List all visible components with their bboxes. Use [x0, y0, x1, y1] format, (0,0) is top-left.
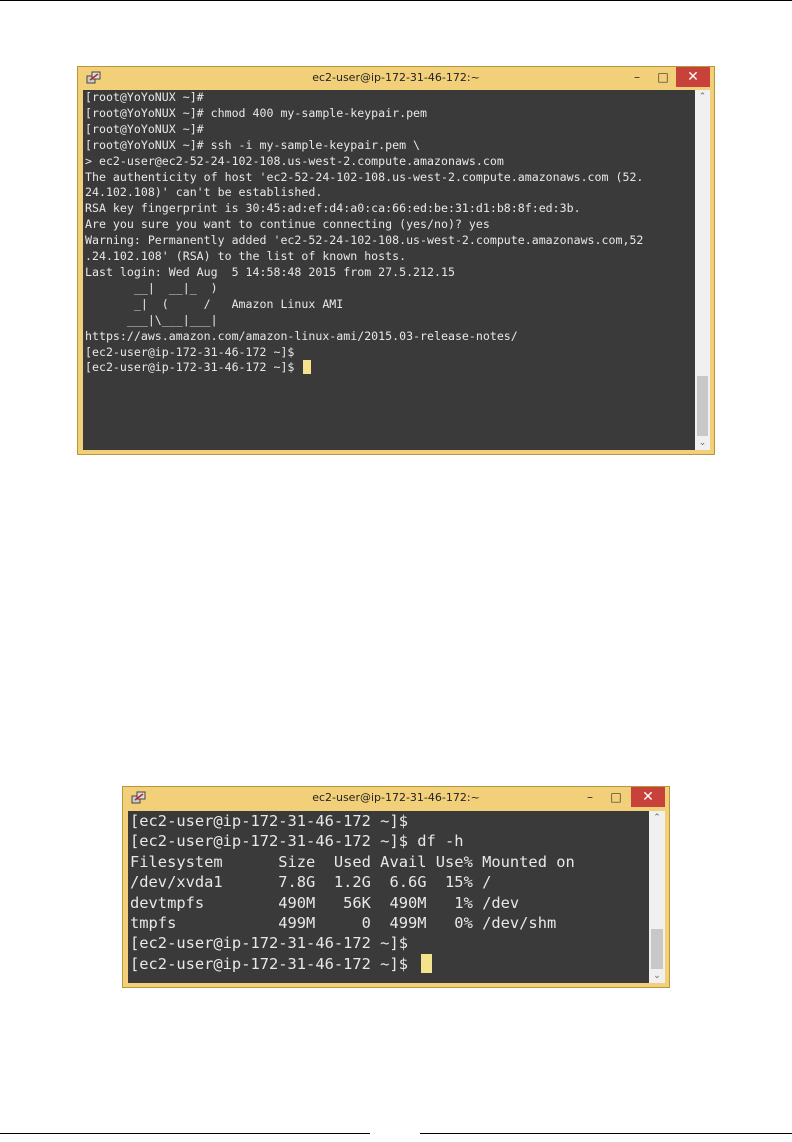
text-cursor	[421, 953, 433, 973]
window-titlebar[interactable]: ec2-user@ip-172-31-46-172:~ – □ ✕	[78, 67, 714, 89]
scroll-thumb[interactable]	[651, 929, 663, 969]
terminal-line: RSA key fingerprint is 30:45:ad:ef:d4:a0…	[85, 201, 581, 216]
scroll-down-icon[interactable]: ⌄	[695, 436, 710, 450]
terminal-line: Warning: Permanently added 'ec2-52-24-10…	[85, 233, 644, 248]
close-button[interactable]: ✕	[631, 787, 665, 807]
minimize-icon: –	[634, 70, 640, 84]
page-bottom-rule	[420, 1133, 792, 1134]
vertical-scrollbar[interactable]: ⌃ ⌄	[695, 90, 710, 450]
terminal-line: 24.102.108)' can't be established.	[85, 185, 323, 200]
terminal-window-df[interactable]: ec2-user@ip-172-31-46-172:~ – □ ✕ [ec2-u…	[122, 786, 670, 988]
scroll-up-icon[interactable]: ⌃	[649, 811, 665, 825]
terminal-line: [ec2-user@ip-172-31-46-172 ~]$ df -h	[130, 832, 464, 851]
terminal-line: .24.102.108' (RSA) to the list of known …	[85, 249, 407, 264]
terminal-line: [ec2-user@ip-172-31-46-172 ~]$	[130, 934, 408, 953]
prompt-line: [ec2-user@ip-172-31-46-172 ~]$	[130, 953, 651, 974]
maximize-icon: □	[610, 790, 622, 804]
ascii-logo-line: _| ( / Amazon Linux AMI	[85, 296, 344, 311]
scroll-down-icon[interactable]: ⌄	[649, 969, 665, 983]
prompt-text: [ec2-user@ip-172-31-46-172 ~]$	[85, 360, 302, 375]
terminal-window-ssh[interactable]: ec2-user@ip-172-31-46-172:~ – □ ✕ [root@…	[77, 66, 715, 455]
terminal-line: [ec2-user@ip-172-31-46-172 ~]$	[130, 812, 408, 830]
vertical-scrollbar[interactable]: ⌃ ⌄	[649, 811, 665, 983]
prompt-text: [ec2-user@ip-172-31-46-172 ~]$	[130, 954, 418, 973]
close-icon: ✕	[642, 789, 654, 805]
terminal-line: [root@YoYoNUX ~]#	[85, 90, 204, 104]
terminal-line: [root@YoYoNUX ~]# chmod 400 my-sample-ke…	[85, 105, 428, 120]
terminal-line: > ec2-user@ec2-52-24-102-108.us-west-2.c…	[85, 153, 504, 168]
prompt-line: [ec2-user@ip-172-31-46-172 ~]$	[85, 360, 697, 376]
text-cursor	[303, 360, 312, 375]
scroll-thumb[interactable]	[697, 376, 708, 436]
ascii-logo-line: ___|\___|___|	[85, 312, 218, 327]
page-top-rule	[0, 0, 792, 1]
maximize-button[interactable]: □	[603, 787, 629, 807]
terminal-line: https://aws.amazon.com/amazon-linux-ami/…	[85, 328, 518, 343]
ascii-logo-line: __| __|_ )	[85, 280, 218, 295]
minimize-icon: –	[587, 790, 593, 804]
minimize-button[interactable]: –	[624, 67, 650, 87]
minimize-button[interactable]: –	[577, 787, 603, 807]
maximize-button[interactable]: □	[650, 67, 676, 87]
terminal-line: [ec2-user@ip-172-31-46-172 ~]$	[85, 344, 295, 359]
df-header-line: Filesystem Size Used Avail Use% Mounted …	[130, 852, 575, 871]
terminal-line: Are you sure you want to continue connec…	[85, 217, 490, 232]
window-titlebar[interactable]: ec2-user@ip-172-31-46-172:~ – □ ✕	[123, 787, 669, 809]
df-row: devtmpfs 490M 56K 490M 1% /dev	[130, 893, 520, 912]
terminal-line: Last login: Wed Aug 5 14:58:48 2015 from…	[85, 264, 455, 279]
close-button[interactable]: ✕	[676, 67, 710, 87]
maximize-icon: □	[657, 70, 669, 84]
df-row: tmpfs 499M 0 499M 0% /dev/shm	[130, 914, 557, 933]
terminal-output[interactable]: [ec2-user@ip-172-31-46-172 ~]$ [ec2-user@…	[128, 811, 651, 983]
scroll-up-icon[interactable]: ⌃	[695, 90, 710, 104]
page-bottom-rule	[0, 1133, 370, 1134]
terminal-output[interactable]: [root@YoYoNUX ~]# [root@YoYoNUX ~]# chmod…	[83, 90, 697, 450]
terminal-line: [root@YoYoNUX ~]#	[85, 121, 204, 136]
close-icon: ✕	[687, 69, 699, 85]
terminal-line: The authenticity of host 'ec2-52-24-102-…	[85, 169, 644, 184]
window-title: ec2-user@ip-172-31-46-172:~	[312, 71, 480, 84]
terminal-line: [root@YoYoNUX ~]# ssh -i my-sample-keypa…	[85, 137, 421, 152]
df-row: /dev/xvda1 7.8G 1.2G 6.6G 15% /	[130, 873, 492, 892]
